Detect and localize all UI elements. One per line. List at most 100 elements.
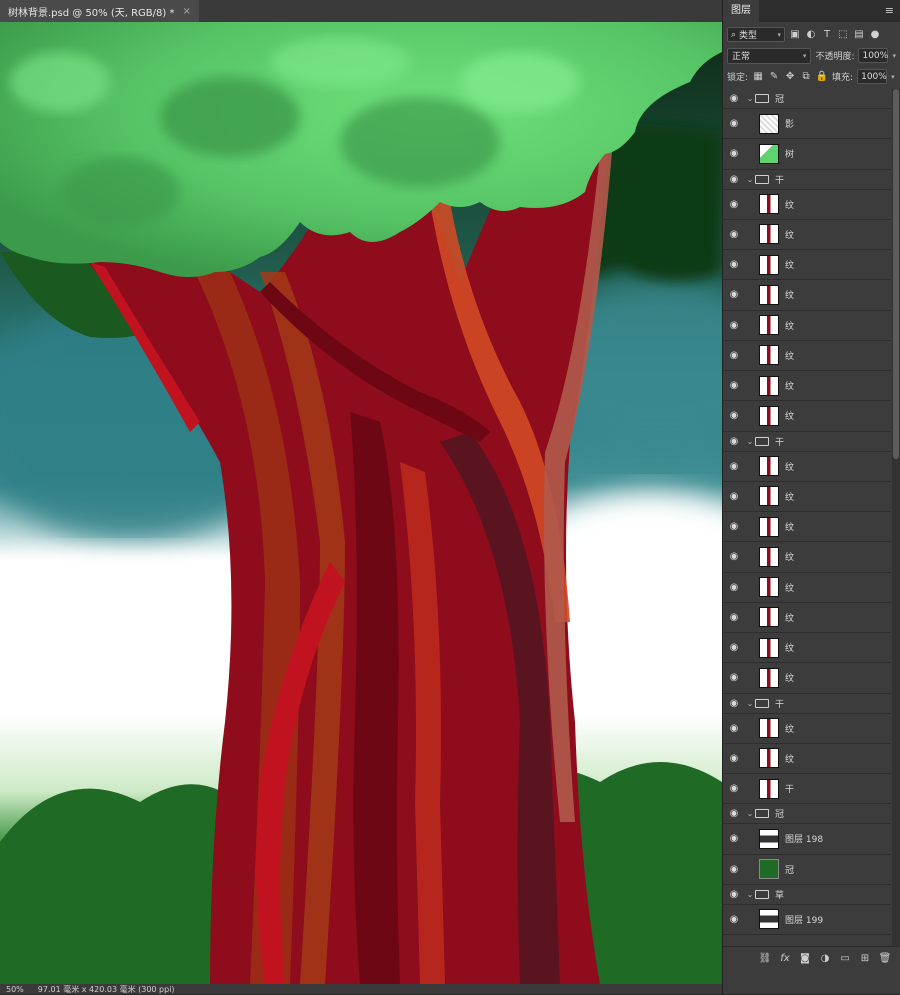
close-tab-icon[interactable]: × (182, 6, 190, 17)
visibility-eye-icon[interactable]: ◉ (723, 582, 745, 593)
visibility-eye-icon[interactable]: ◉ (723, 174, 745, 185)
group-expand-chevron-icon[interactable]: ⌄ (745, 890, 755, 899)
canvas[interactable] (0, 22, 722, 984)
opacity-field[interactable]: 100% (858, 48, 889, 63)
visibility-eye-icon[interactable]: ◉ (723, 289, 745, 300)
add-mask-icon[interactable]: ◙ (799, 953, 811, 965)
layer-row[interactable]: ◉ 纹 (723, 190, 891, 220)
fill-dropdown-icon[interactable]: ▾ (891, 73, 895, 81)
layer-row[interactable]: ◉ 纹 (723, 714, 891, 744)
layer-name: 纹 (785, 200, 795, 211)
visibility-eye-icon[interactable]: ◉ (723, 612, 745, 623)
visibility-eye-icon[interactable]: ◉ (723, 551, 745, 562)
tab-layers[interactable]: 图层 (723, 0, 759, 22)
layer-row[interactable]: ◉ 纹 (723, 573, 891, 603)
layer-row[interactable]: ◉ 纹 (723, 401, 891, 432)
layer-row[interactable]: ◉ 纹 (723, 663, 891, 694)
visibility-eye-icon[interactable]: ◉ (723, 521, 745, 532)
opacity-dropdown-icon[interactable]: ▾ (892, 52, 896, 60)
group-expand-chevron-icon[interactable]: ⌄ (745, 809, 755, 818)
visibility-eye-icon[interactable]: ◉ (723, 491, 745, 502)
zoom-level[interactable]: 50% (6, 985, 24, 994)
layer-filter-select[interactable]: ⌕ 类型 ▾ (727, 27, 785, 42)
visibility-eye-icon[interactable]: ◉ (723, 461, 745, 472)
visibility-eye-icon[interactable]: ◉ (723, 380, 745, 391)
visibility-eye-icon[interactable]: ◉ (723, 833, 745, 844)
visibility-eye-icon[interactable]: ◉ (723, 410, 745, 421)
lock-image-icon[interactable]: ✎ (768, 71, 780, 83)
layer-row[interactable]: ◉ 纹 (723, 250, 891, 281)
visibility-eye-icon[interactable]: ◉ (723, 723, 745, 734)
visibility-eye-icon[interactable]: ◉ (723, 320, 745, 331)
layer-group[interactable]: ◉ ⌄ 冠 (723, 804, 891, 825)
visibility-eye-icon[interactable]: ◉ (723, 864, 745, 875)
lock-transparent-icon[interactable]: ▦ (752, 71, 764, 83)
visibility-eye-icon[interactable]: ◉ (723, 808, 745, 819)
shape-filter-icon[interactable]: ⬚ (837, 29, 849, 41)
adjustment-filter-icon[interactable]: ◐ (805, 29, 817, 41)
group-expand-chevron-icon[interactable]: ⌄ (745, 175, 755, 184)
layer-row[interactable]: ◉ 影 (723, 109, 891, 140)
layer-row[interactable]: ◉ 纹 (723, 371, 891, 402)
layer-row[interactable]: ◉ 纹 (723, 512, 891, 543)
lock-all-icon[interactable]: 🔒 (816, 71, 828, 83)
document-tab[interactable]: 树林背景.psd @ 50% (天, RGB/8) * × (0, 0, 199, 22)
visibility-eye-icon[interactable]: ◉ (723, 199, 745, 210)
layer-row[interactable]: ◉ 纹 (723, 542, 891, 573)
visibility-eye-icon[interactable]: ◉ (723, 753, 745, 764)
pixel-filter-icon[interactable]: ▣ (789, 29, 801, 41)
lock-artboard-icon[interactable]: ⧉ (800, 71, 812, 83)
layer-row[interactable]: ◉ 纹 (723, 744, 891, 774)
layer-row[interactable]: ◉ 树 (723, 139, 891, 170)
fill-field[interactable]: 100% (857, 69, 888, 84)
new-layer-icon[interactable]: ⊞ (859, 953, 871, 965)
visibility-eye-icon[interactable]: ◉ (723, 259, 745, 270)
layer-row[interactable]: ◉ 纹 (723, 220, 891, 250)
new-group-icon[interactable]: ▭ (839, 953, 851, 965)
visibility-eye-icon[interactable]: ◉ (723, 229, 745, 240)
layer-group[interactable]: ◉ ⌄ 草 (723, 885, 891, 905)
blend-mode-select[interactable]: 正常 ▾ (727, 47, 812, 64)
layer-row[interactable]: ◉ 纹 (723, 482, 891, 512)
visibility-eye-icon[interactable]: ◉ (723, 93, 745, 104)
lock-position-icon[interactable]: ✥ (784, 71, 796, 83)
group-expand-chevron-icon[interactable]: ⌄ (745, 699, 755, 708)
visibility-eye-icon[interactable]: ◉ (723, 350, 745, 361)
document-info[interactable]: 97.01 毫米 x 420.03 毫米 (300 ppi) (38, 984, 175, 995)
layer-row[interactable]: ◉ 图层 198 (723, 824, 891, 855)
layer-style-icon[interactable]: fx (779, 953, 791, 965)
visibility-eye-icon[interactable]: ◉ (723, 672, 745, 683)
filter-toggle-icon[interactable]: ● (869, 29, 881, 41)
adjustment-layer-icon[interactable]: ◑ (819, 953, 831, 965)
panel-menu-icon[interactable]: ≡ (885, 4, 894, 17)
layer-row[interactable]: ◉ 纹 (723, 280, 891, 311)
layer-row[interactable]: ◉ 冠 (723, 855, 891, 885)
visibility-eye-icon[interactable]: ◉ (723, 914, 745, 925)
text-filter-icon[interactable]: T (821, 29, 833, 41)
layer-group[interactable]: ◉ ⌄ 干 (723, 170, 891, 190)
layer-list-scrollbar[interactable] (892, 89, 900, 946)
layer-row[interactable]: ◉ 干 (723, 774, 891, 805)
group-expand-chevron-icon[interactable]: ⌄ (745, 437, 755, 446)
scrollbar-thumb[interactable] (893, 89, 899, 459)
layer-row[interactable]: ◉ 纹 (723, 603, 891, 633)
group-expand-chevron-icon[interactable]: ⌄ (745, 94, 755, 103)
visibility-eye-icon[interactable]: ◉ (723, 118, 745, 129)
visibility-eye-icon[interactable]: ◉ (723, 783, 745, 794)
smart-object-filter-icon[interactable]: ▤ (853, 29, 865, 41)
layer-row[interactable]: ◉ 图层 199 (723, 905, 891, 935)
layer-group[interactable]: ◉ ⌄ 冠 (723, 89, 891, 109)
link-layers-icon[interactable]: ⛓ (759, 953, 772, 965)
layer-row[interactable]: ◉ 纹 (723, 341, 891, 371)
layer-row[interactable]: ◉ 纹 (723, 311, 891, 341)
visibility-eye-icon[interactable]: ◉ (723, 148, 745, 159)
layer-group[interactable]: ◉ ⌄ 干 (723, 432, 891, 452)
visibility-eye-icon[interactable]: ◉ (723, 436, 745, 447)
delete-layer-icon[interactable]: 🗑 (879, 953, 892, 965)
visibility-eye-icon[interactable]: ◉ (723, 698, 745, 709)
visibility-eye-icon[interactable]: ◉ (723, 889, 745, 900)
visibility-eye-icon[interactable]: ◉ (723, 642, 745, 653)
layer-row[interactable]: ◉ 纹 (723, 452, 891, 482)
layer-group[interactable]: ◉ ⌄ 干 (723, 694, 891, 714)
layer-row[interactable]: ◉ 纹 (723, 633, 891, 664)
